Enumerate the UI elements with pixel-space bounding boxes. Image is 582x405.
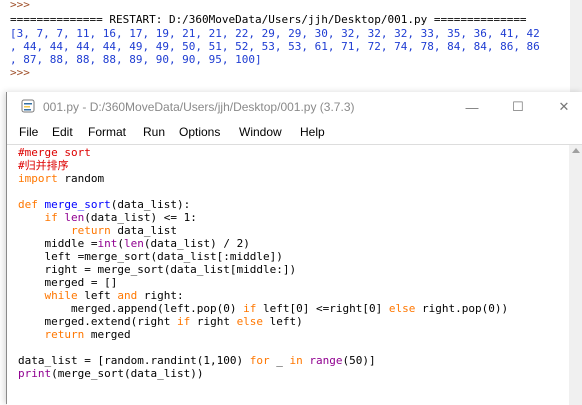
code-text: left[0] <=right[0] bbox=[256, 302, 389, 315]
code-line-9: left =merge_sort(data_list[:middle]) bbox=[18, 250, 283, 263]
restart-banner: ============== RESTART: D:/360MoveData/U… bbox=[10, 13, 527, 26]
builtin-int: int bbox=[97, 237, 118, 250]
code-text: data_list = [random.randint(1,100) bbox=[18, 354, 250, 367]
code-line-17: data_list = [random.randint(1,100) for _… bbox=[18, 354, 376, 367]
python-file-icon bbox=[21, 99, 35, 113]
code-text: merged.append(left.pop(0) bbox=[18, 302, 244, 315]
title-bar[interactable]: 001.py - D:/360MoveData/Users/jjh/Deskto… bbox=[7, 92, 582, 122]
keyword-else: else bbox=[388, 302, 416, 315]
builtin-len: len bbox=[64, 211, 85, 224]
code-line-13: merged.append(left.pop(0) if left[0] <=r… bbox=[18, 302, 508, 315]
keyword-if: if bbox=[176, 315, 191, 328]
menu-edit[interactable]: Edit bbox=[52, 125, 73, 139]
code-text: random bbox=[57, 172, 105, 185]
code-text: right bbox=[190, 315, 237, 328]
code-text: right: bbox=[137, 289, 184, 302]
code-line-15: return merged bbox=[18, 328, 131, 341]
editor-scrollbar[interactable] bbox=[569, 145, 582, 405]
shell-scrollbar[interactable] bbox=[570, 0, 582, 92]
menu-bar: File Edit Format Run Options Window Help bbox=[7, 122, 582, 144]
code-line-6: if len(data_list) <= 1: bbox=[18, 211, 197, 224]
code-text: merged bbox=[84, 328, 131, 341]
code-line-18: print(merge_sort(data_list)) bbox=[18, 367, 203, 380]
code-text: ( bbox=[117, 237, 124, 250]
shell-prompt-bottom: >>> bbox=[10, 66, 30, 79]
shell-prompt-top: >>> bbox=[10, 0, 30, 11]
code-line-12: while left and right: bbox=[18, 289, 184, 302]
code-text: right.pop(0)) bbox=[415, 302, 509, 315]
keyword-and: and bbox=[117, 289, 138, 302]
code-line-11: merged = [] bbox=[18, 276, 118, 289]
menu-format[interactable]: Format bbox=[88, 125, 126, 139]
menu-run[interactable]: Run bbox=[143, 125, 165, 139]
keyword-while: while bbox=[44, 289, 78, 302]
keyword-import: import bbox=[18, 172, 58, 185]
code-text: merged.extend(right bbox=[18, 315, 177, 328]
code-text: middle = bbox=[18, 237, 98, 250]
keyword-return: return bbox=[44, 328, 85, 341]
keyword-in: in bbox=[289, 354, 303, 367]
code-text: (data_list) / 2) bbox=[143, 237, 250, 250]
maximize-button[interactable]: ☐ bbox=[495, 92, 541, 122]
code-text: data_list bbox=[110, 224, 177, 237]
scroll-up-arrow-icon[interactable] bbox=[572, 148, 580, 153]
keyword-return: return bbox=[70, 224, 111, 237]
code-text: _ bbox=[269, 354, 290, 367]
minimize-button[interactable]: — bbox=[449, 92, 495, 122]
menu-window[interactable]: Window bbox=[239, 125, 282, 139]
code-text: (data_list) <= 1: bbox=[84, 211, 197, 224]
code-text: (merge_sort(data_list)) bbox=[51, 367, 204, 380]
keyword-if: if bbox=[243, 302, 257, 315]
code-text: (50)] bbox=[342, 354, 376, 367]
code-line-7: return data_list bbox=[18, 224, 177, 237]
code-text: left bbox=[77, 289, 118, 302]
code-line-14: merged.extend(right if right else left) bbox=[18, 315, 303, 328]
keyword-def: def bbox=[18, 198, 38, 211]
editor-window: 001.py - D:/360MoveData/Users/jjh/Deskto… bbox=[6, 92, 582, 405]
shell-output-line: , 87, 88, 88, 88, 89, 90, 90, 95, 100] bbox=[10, 53, 262, 66]
code-line-1: #merge sort bbox=[18, 146, 91, 159]
builtin-range: range bbox=[309, 354, 343, 367]
code-line-2: #归并排序 bbox=[18, 159, 69, 172]
code-line-8: middle =int(len(data_list) / 2) bbox=[18, 237, 250, 250]
shell-output-line: [3, 7, 7, 11, 16, 17, 19, 21, 21, 22, 29… bbox=[10, 27, 540, 40]
menu-file[interactable]: File bbox=[19, 125, 38, 139]
keyword-else: else bbox=[236, 315, 264, 328]
shell-output-line: , 44, 44, 44, 44, 49, 49, 50, 51, 52, 53… bbox=[10, 40, 540, 53]
menu-help[interactable]: Help bbox=[300, 125, 325, 139]
keyword-if: if bbox=[44, 211, 58, 224]
keyword-for: for bbox=[249, 354, 270, 367]
code-line-10: right = merge_sort(data_list[middle:]) bbox=[18, 263, 297, 276]
function-name: merge_sort bbox=[44, 198, 111, 211]
menu-options[interactable]: Options bbox=[179, 125, 220, 139]
code-text: (data_list): bbox=[110, 198, 191, 211]
code-line-5: def merge_sort(data_list): bbox=[18, 198, 190, 211]
code-editor[interactable]: #merge sort #归并排序 import random def merg… bbox=[7, 144, 582, 405]
code-line-3: import random bbox=[18, 172, 104, 185]
builtin-len: len bbox=[123, 237, 144, 250]
code-text: left) bbox=[263, 315, 303, 328]
close-button[interactable]: ✕ bbox=[541, 92, 582, 122]
builtin-print: print bbox=[18, 367, 52, 380]
window-title: 001.py - D:/360MoveData/Users/jjh/Deskto… bbox=[43, 100, 355, 114]
